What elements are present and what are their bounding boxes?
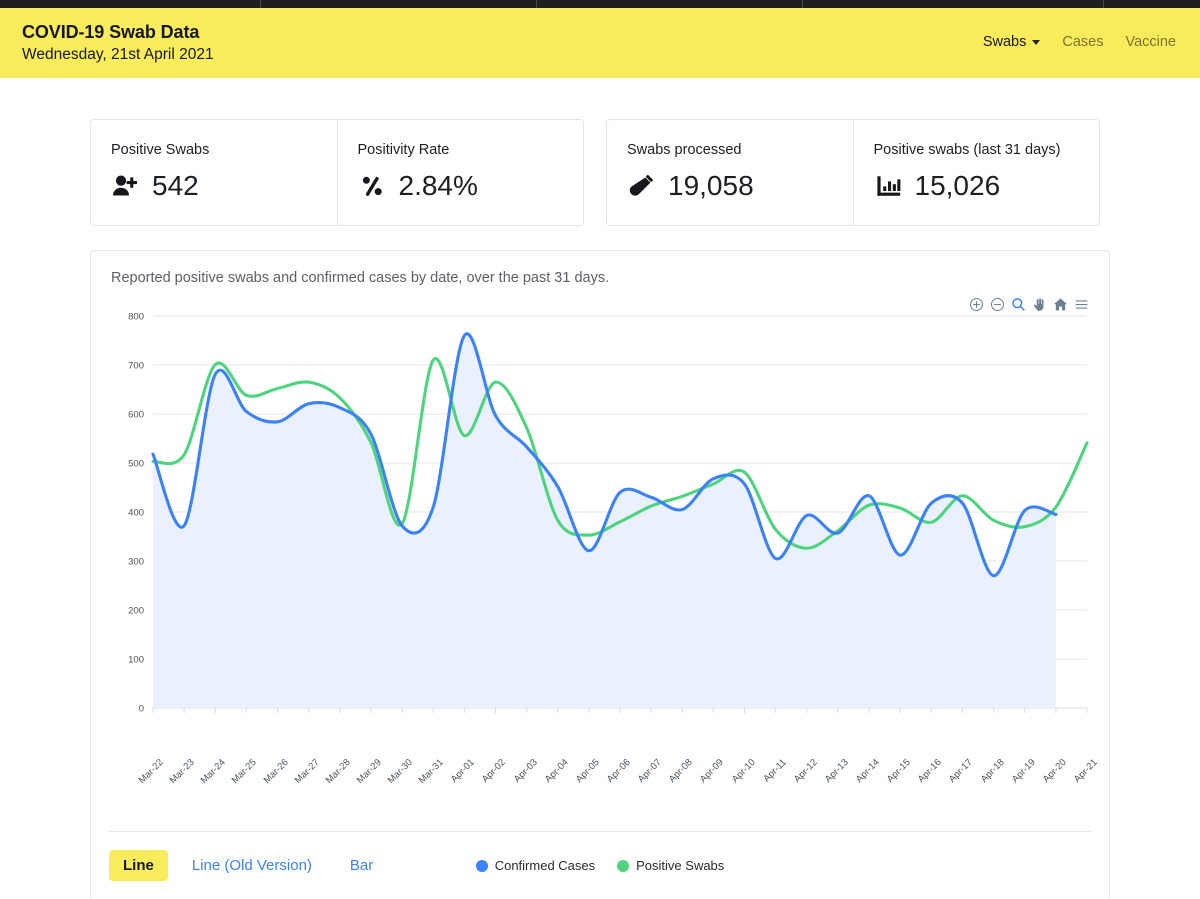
x-axis-tick-label: Mar-22 [136,757,166,787]
svg-text:700: 700 [128,360,144,371]
svg-text:500: 500 [128,458,144,469]
x-axis-tick-label: Apr-17 [947,757,976,785]
stat-value: 15,026 [914,170,1001,201]
x-axis-tick-label: Mar-25 [230,757,260,787]
svg-text:300: 300 [128,556,144,567]
chart-svg[interactable]: 0 100 200 300 400 500 600 700 800 [109,302,1093,757]
x-axis-tick-label: Apr-02 [480,757,509,785]
chart-x-axis-labels: Mar-22 Mar-23 Mar-24 Mar-25 Mar-26 Mar-27 Mar-… [109,757,1100,801]
legend-item-confirmed-cases[interactable]: Confirmed Cases [475,858,596,873]
test-tube-icon [627,171,657,201]
x-axis-tick-label: Apr-15 [885,757,913,785]
legend-item-positive-swabs[interactable]: Positive Swabs [617,858,724,873]
x-axis-tick-label: Apr-03 [511,757,540,785]
x-axis-tick-label: Mar-23 [167,757,197,787]
legend-color-swatch [617,859,630,872]
nav-item-swabs[interactable]: Swabs [983,34,1041,50]
x-axis-tick-label: Apr-13 [822,757,851,785]
nav-item-vaccine[interactable]: Vaccine [1125,34,1176,50]
chart-type-switcher: Line Line (Old Version) Bar [109,850,387,881]
chart-type-line-old[interactable]: Line (Old Version) [178,850,326,881]
brand: COVID-19 Swab Data Wednesday, 21st April… [22,21,214,65]
x-axis-tick-label: Apr-09 [698,757,727,785]
x-axis-tick-label: Apr-10 [729,757,758,785]
x-axis-tick-label: Apr-11 [760,757,789,785]
legend-label: Positive Swabs [636,858,725,873]
person-plus-icon [111,171,141,201]
chart-footer: Line Line (Old Version) Bar Confirmed Ca… [109,831,1091,881]
legend-label: Confirmed Cases [494,858,596,873]
nav-item-cases[interactable]: Cases [1062,34,1103,50]
stat-positivity-rate: Positivity Rate 2.84% [336,120,584,225]
x-axis-tick-label: Apr-19 [1009,757,1038,785]
svg-text:800: 800 [128,311,144,322]
browser-tab-strip [0,0,1200,8]
svg-text:100: 100 [128,654,144,665]
x-axis-tick-label: Apr-01 [449,757,478,785]
svg-text:600: 600 [128,409,144,420]
x-axis-tick-label: Apr-12 [791,757,820,785]
chart-card: Reported positive swabs and confirmed ca… [90,250,1110,899]
legend-color-swatch [475,859,488,872]
bar-chart-icon [874,171,904,201]
svg-text:0: 0 [139,703,144,714]
stat-card-group-1: Positive Swabs 542 Positivity Rate 2.84% [90,119,584,226]
stat-swabs-processed: Swabs processed 19,058 [607,120,853,225]
x-axis-tick-label: Mar-24 [198,757,229,787]
nav-item-label: Swabs [982,34,1027,50]
stat-label: Positive swabs (last 31 days) [873,142,1061,158]
x-axis-tick-label: Apr-18 [978,757,1007,785]
current-date: Wednesday, 21st April 2021 [22,45,214,63]
x-axis-tick-label: Apr-14 [853,757,882,785]
stat-positive-swabs-31-days: Positive swabs (last 31 days) 15,026 [852,120,1100,225]
x-axis-tick-label: Mar-27 [292,757,322,787]
chart-type-bar[interactable]: Bar [336,850,387,881]
x-axis-tick-label: Apr-08 [667,757,696,785]
chart-plot-area[interactable]: 0 100 200 300 400 500 600 700 800 Mar-22 Mar-23 Ma… [109,302,1100,786]
x-axis-tick-label: Apr-06 [604,757,633,785]
x-axis-tick-label: Apr-07 [635,757,664,785]
svg-text:400: 400 [128,507,144,518]
svg-text:200: 200 [128,605,144,616]
app-header: COVID-19 Swab Data Wednesday, 21st April… [0,8,1200,78]
page-body: Positive Swabs 542 Positivity Rate 2.84%… [0,119,1200,899]
stat-value: 19,058 [668,170,754,201]
stat-card-group-2: Swabs processed 19,058 Positive swabs (l… [606,119,1100,226]
x-axis-tick-label: Apr-21 [1071,757,1100,785]
page-title: COVID-19 Swab Data [22,22,200,43]
percent-icon [358,171,388,201]
x-axis-tick-label: Apr-04 [542,757,571,785]
x-axis-tick-label: Apr-05 [573,757,602,785]
stat-label: Positivity Rate [357,142,450,158]
x-axis-tick-label: Mar-26 [261,757,291,787]
x-axis-tick-label: Mar-31 [416,757,446,787]
stat-positive-swabs: Positive Swabs 542 [91,120,337,225]
main-nav: Swabs Cases Vaccine [983,34,1176,52]
chart-caption: Reported positive swabs and confirmed ca… [111,270,610,286]
x-axis-tick-label: Mar-28 [323,757,353,787]
x-axis-tick-label: Apr-16 [916,757,945,785]
stat-label: Swabs processed [627,142,742,158]
chevron-down-icon [1032,39,1041,45]
stat-label: Positive Swabs [111,142,210,158]
x-axis-tick-label: Mar-30 [385,757,415,787]
x-axis-tick-label: Apr-20 [1040,757,1069,785]
x-axis-tick-label: Mar-29 [354,757,384,787]
stats-row: Positive Swabs 542 Positivity Rate 2.84%… [90,119,1110,226]
chart-type-line[interactable]: Line [109,850,168,881]
stat-value: 2.84% [398,170,478,201]
stat-value: 542 [152,170,199,201]
